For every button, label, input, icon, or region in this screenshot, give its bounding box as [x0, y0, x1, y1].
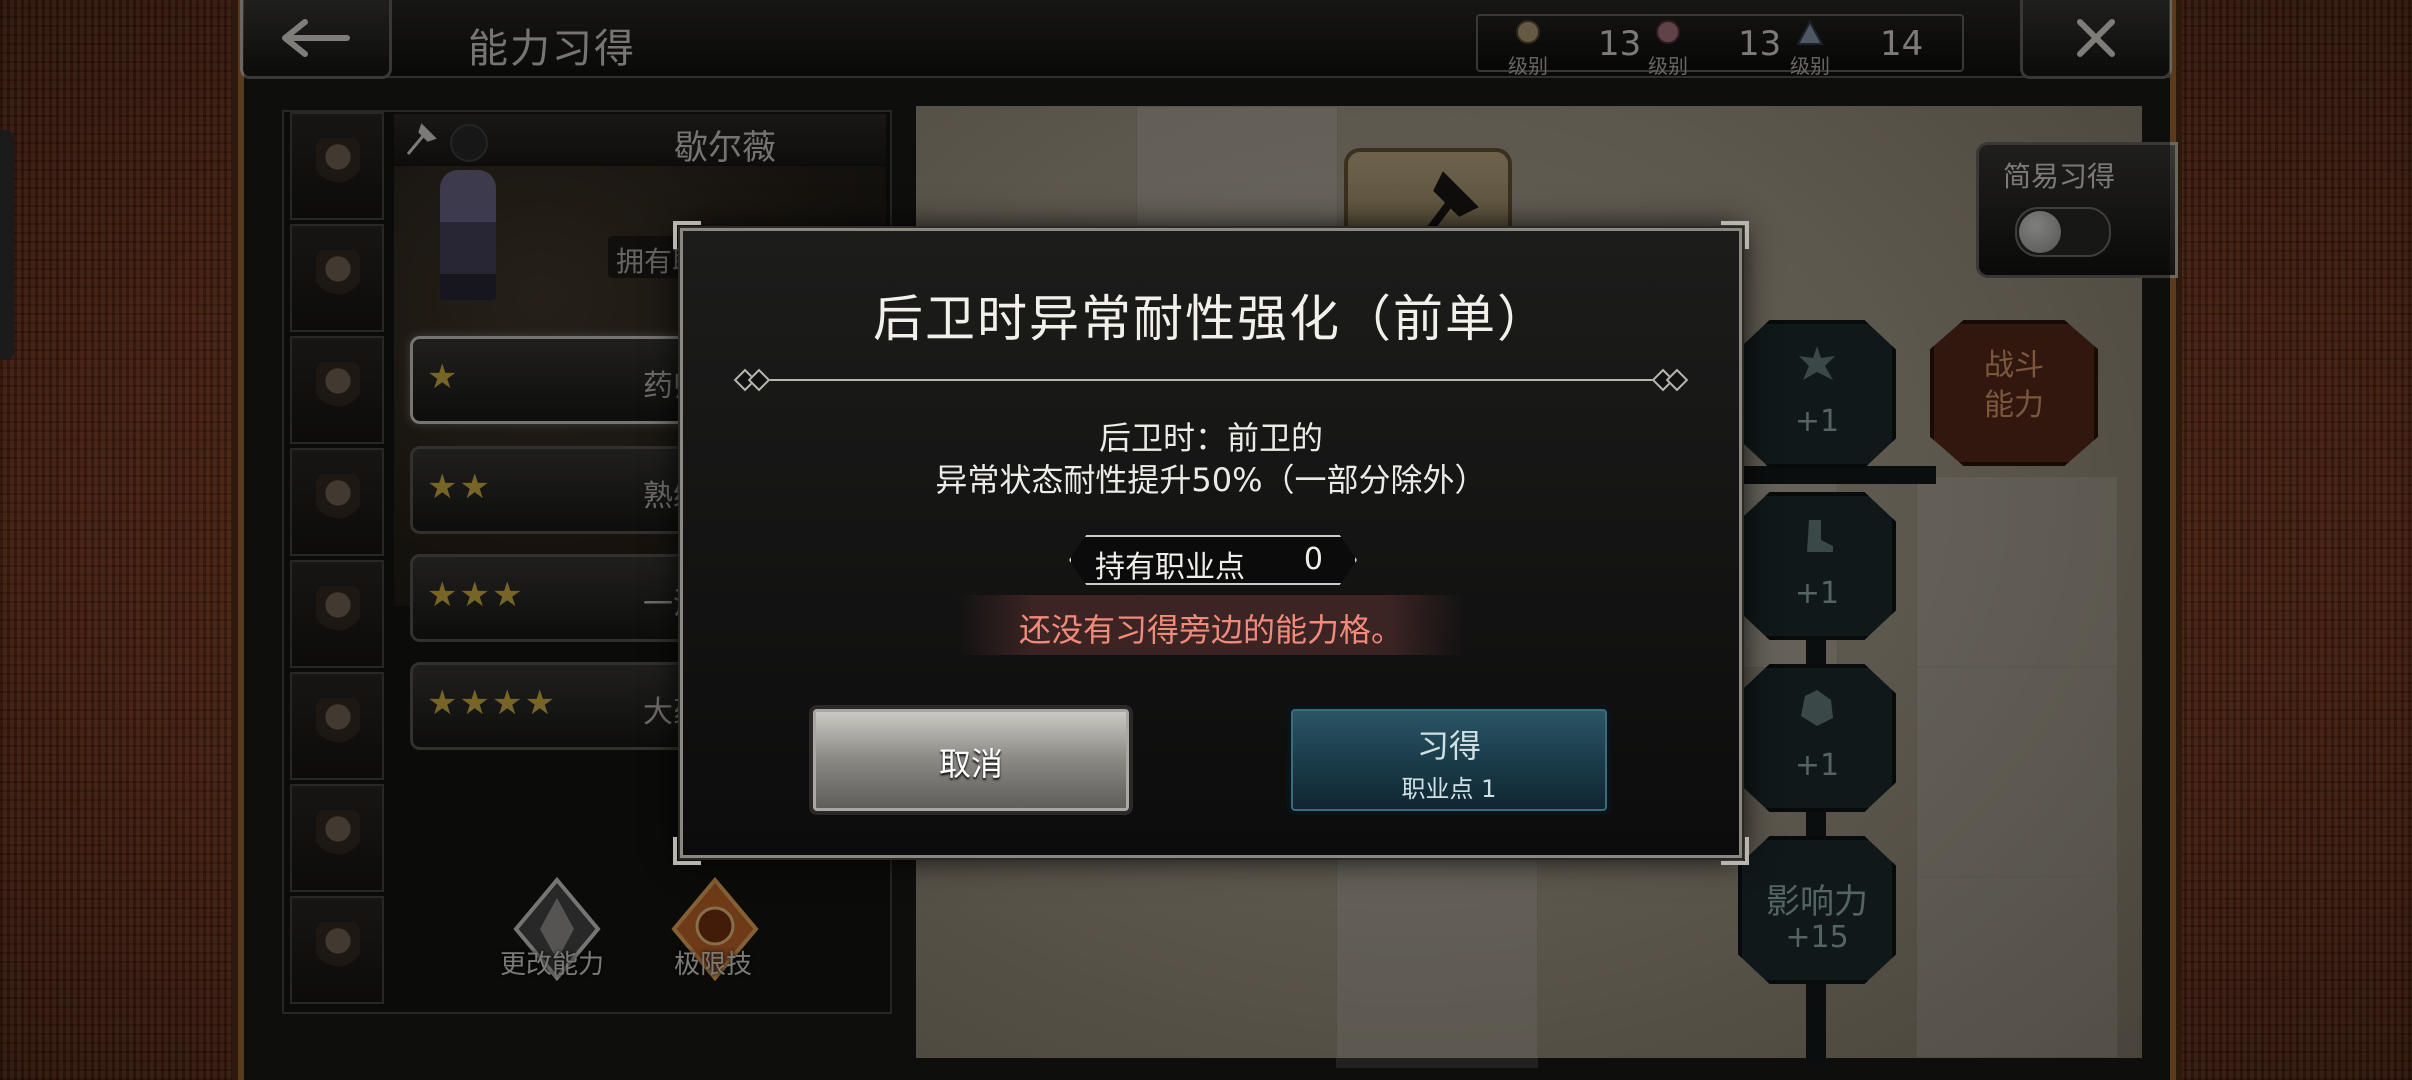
cancel-label: 取消 [938, 745, 1003, 783]
ability-description-line2: 异常状态耐性提升50%（一部分除外） [935, 461, 1487, 499]
frame-corner [673, 221, 701, 249]
device-edge [0, 130, 14, 360]
divider-ornament [1665, 368, 1689, 392]
owned-job-points-value: 0 [1303, 542, 1323, 577]
title-divider [733, 368, 1689, 392]
warning-banner: 还没有习得旁边的能力格。 [957, 595, 1465, 655]
learn-label: 习得 [1416, 727, 1481, 765]
frame-corner [1721, 221, 1749, 249]
divider-ornament [747, 368, 771, 392]
learn-cost: 职业点 1 [1401, 775, 1497, 803]
dialog-title: 后卫时异常耐性强化（前单） [873, 290, 1549, 348]
ability-description-line1: 后卫时：前卫的 [1098, 419, 1323, 457]
frame-corner [673, 837, 701, 865]
learn-button[interactable]: 习得 职业点 1 [1287, 705, 1611, 815]
cancel-button[interactable]: 取消 [809, 705, 1133, 815]
warning-text: 还没有习得旁边的能力格。 [1018, 611, 1403, 649]
owned-job-points-label: 持有职业点 [1095, 550, 1245, 585]
ability-confirm-dialog: 后卫时异常耐性强化（前单） 后卫时：前卫的 异常状态耐性提升50%（一部分除外）… [673, 221, 1749, 865]
owned-job-points: 持有职业点 0 [1069, 535, 1357, 585]
frame-corner [1721, 837, 1749, 865]
